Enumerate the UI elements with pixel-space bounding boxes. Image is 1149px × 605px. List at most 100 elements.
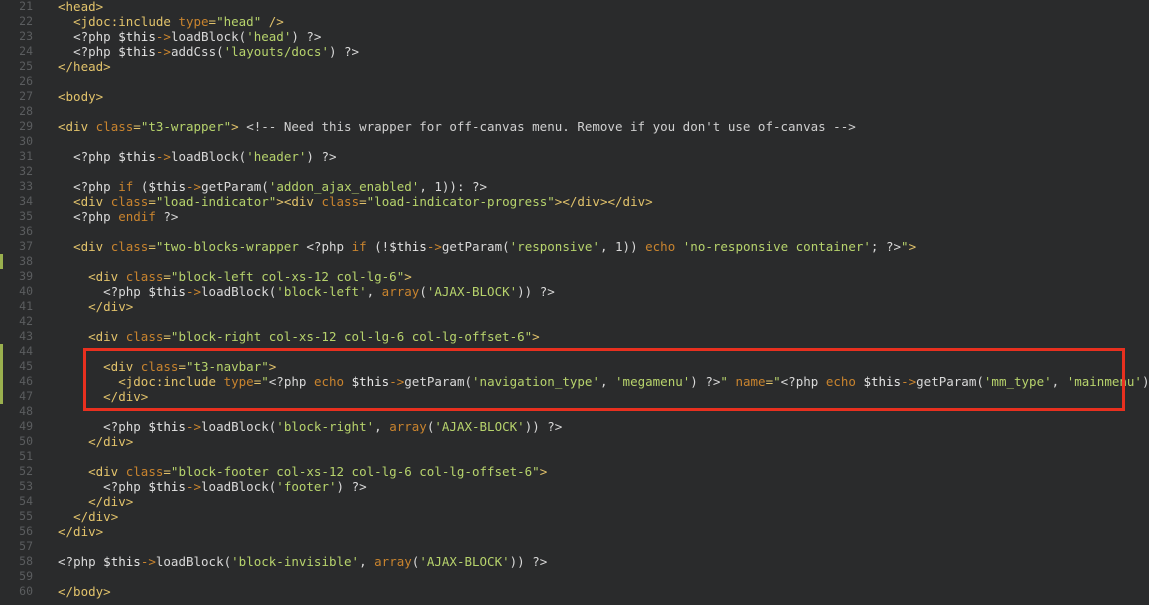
code-text: <body> xyxy=(58,89,104,104)
code-line[interactable]: 30 xyxy=(0,134,1149,149)
line-number: 42 xyxy=(19,314,33,328)
code-text: <?php $this->loadBlock('head') ?> xyxy=(73,29,322,44)
code-line[interactable]: 21 <head> xyxy=(0,0,1149,14)
line-number: 48 xyxy=(19,404,33,418)
code-line[interactable]: 58 <?php $this->loadBlock('block-invisibl… xyxy=(0,554,1149,569)
line-number: 35 xyxy=(19,209,33,223)
line-number: 37 xyxy=(19,239,33,253)
code-line[interactable]: 41 </div> xyxy=(0,299,1149,314)
line-number: 58 xyxy=(19,554,33,568)
code-line[interactable]: 55 </div> xyxy=(0,509,1149,524)
code-line[interactable]: 38 xyxy=(0,254,1149,269)
line-number: 46 xyxy=(19,374,33,388)
change-marker xyxy=(0,359,3,374)
code-text: </div> xyxy=(88,299,134,314)
code-text: <div class="load-indicator"><div class="… xyxy=(73,194,653,209)
line-number: 40 xyxy=(19,284,33,298)
line-number: 30 xyxy=(19,134,33,148)
line-number: 27 xyxy=(19,89,33,103)
code-text: </head> xyxy=(58,59,111,74)
line-number: 39 xyxy=(19,269,33,283)
code-line[interactable]: 25 </head> xyxy=(0,59,1149,74)
code-line[interactable]: 31 <?php $this->loadBlock('header') ?> xyxy=(0,149,1149,164)
line-number: 49 xyxy=(19,419,33,433)
code-line[interactable]: 27 <body> xyxy=(0,89,1149,104)
line-number: 36 xyxy=(19,224,33,238)
code-line[interactable]: 51 xyxy=(0,449,1149,464)
line-number: 52 xyxy=(19,464,33,478)
line-number: 25 xyxy=(19,59,33,73)
line-number: 45 xyxy=(19,359,33,373)
code-line[interactable]: 60 </body> xyxy=(0,584,1149,599)
line-number: 38 xyxy=(19,254,33,268)
code-line[interactable]: 37 <div class="two-blocks-wrapper <?php … xyxy=(0,239,1149,254)
line-number: 33 xyxy=(19,179,33,193)
line-number: 29 xyxy=(19,119,33,133)
line-number: 24 xyxy=(19,44,33,58)
code-text: <jdoc:include type="head" /> xyxy=(73,14,284,29)
code-text: </div> xyxy=(73,509,119,524)
code-text: <?php endif ?> xyxy=(73,209,179,224)
code-text: </body> xyxy=(58,584,111,599)
line-number: 56 xyxy=(19,524,33,538)
code-editor[interactable]: 21 <head> 22 <jdoc:include type="head" /> 2… xyxy=(0,0,1149,605)
code-text: <?php $this->loadBlock('block-left', arr… xyxy=(103,284,555,299)
line-number: 34 xyxy=(19,194,33,208)
code-text: <?php $this->loadBlock('footer') ?> xyxy=(103,479,367,494)
change-marker xyxy=(0,374,3,389)
code-text: <div class="t3-wrapper"> <!-- Need this … xyxy=(58,119,856,134)
line-number: 51 xyxy=(19,449,33,463)
line-number: 28 xyxy=(19,104,33,118)
code-line[interactable]: 28 xyxy=(0,104,1149,119)
code-line[interactable]: 50 </div> xyxy=(0,434,1149,449)
code-text: <head> xyxy=(58,0,104,14)
code-line[interactable]: 34 <div class="load-indicator"><div clas… xyxy=(0,194,1149,209)
code-text: <div class="block-footer col-xs-12 col-l… xyxy=(88,464,548,479)
code-line[interactable]: 57 xyxy=(0,539,1149,554)
code-line[interactable]: 56 </div> xyxy=(0,524,1149,539)
code-line[interactable]: 49 <?php $this->loadBlock('block-right',… xyxy=(0,419,1149,434)
code-line[interactable]: 35 <?php endif ?> xyxy=(0,209,1149,224)
code-text: </div> xyxy=(88,434,134,449)
line-number: 41 xyxy=(19,299,33,313)
change-marker xyxy=(0,344,3,359)
code-line[interactable]: 33 <?php if ($this->getParam('addon_ajax… xyxy=(0,179,1149,194)
code-text: <?php if ($this->getParam('addon_ajax_en… xyxy=(73,179,488,194)
change-marker xyxy=(0,389,3,404)
code-text: <?php $this->loadBlock('block-right', ar… xyxy=(103,419,563,434)
code-line[interactable]: 42 xyxy=(0,314,1149,329)
code-line[interactable]: 22 <jdoc:include type="head" /> xyxy=(0,14,1149,29)
line-number: 60 xyxy=(19,584,33,598)
code-line[interactable]: 36 xyxy=(0,224,1149,239)
line-number: 23 xyxy=(19,29,33,43)
code-line[interactable]: 32 xyxy=(0,164,1149,179)
code-text: </div> xyxy=(88,494,134,509)
code-line[interactable]: 52 <div class="block-footer col-xs-12 co… xyxy=(0,464,1149,479)
line-number: 26 xyxy=(19,74,33,88)
line-number: 59 xyxy=(19,569,33,583)
code-line[interactable]: 29 <div class="t3-wrapper"> <!-- Need thi… xyxy=(0,119,1149,134)
code-line[interactable]: 54 </div> xyxy=(0,494,1149,509)
line-number: 50 xyxy=(19,434,33,448)
code-text: <div class="block-right col-xs-12 col-lg… xyxy=(88,329,540,344)
line-number: 53 xyxy=(19,479,33,493)
code-line[interactable]: 43 <div class="block-right col-xs-12 col… xyxy=(0,329,1149,344)
code-text: <?php $this->loadBlock('block-invisible'… xyxy=(58,554,548,569)
code-text: <div class="two-blocks-wrapper <?php if … xyxy=(73,239,917,254)
line-number: 57 xyxy=(19,539,33,553)
line-number: 54 xyxy=(19,494,33,508)
code-line[interactable]: 23 <?php $this->loadBlock('head') ?> xyxy=(0,29,1149,44)
code-line[interactable]: 39 <div class="block-left col-xs-12 col-… xyxy=(0,269,1149,284)
line-number: 44 xyxy=(19,344,33,358)
code-line[interactable]: 59 xyxy=(0,569,1149,584)
code-line[interactable]: 24 <?php $this->addCss('layouts/docs') ?… xyxy=(0,44,1149,59)
code-line[interactable]: 26 xyxy=(0,74,1149,89)
highlight-box xyxy=(83,348,1125,411)
line-number: 43 xyxy=(19,329,33,343)
line-number: 32 xyxy=(19,164,33,178)
code-line[interactable]: 40 <?php $this->loadBlock('block-left', … xyxy=(0,284,1149,299)
code-line[interactable]: 53 <?php $this->loadBlock('footer') ?> xyxy=(0,479,1149,494)
code-text: <?php $this->loadBlock('header') ?> xyxy=(73,149,337,164)
code-text: </div> xyxy=(58,524,104,539)
line-number: 31 xyxy=(19,149,33,163)
